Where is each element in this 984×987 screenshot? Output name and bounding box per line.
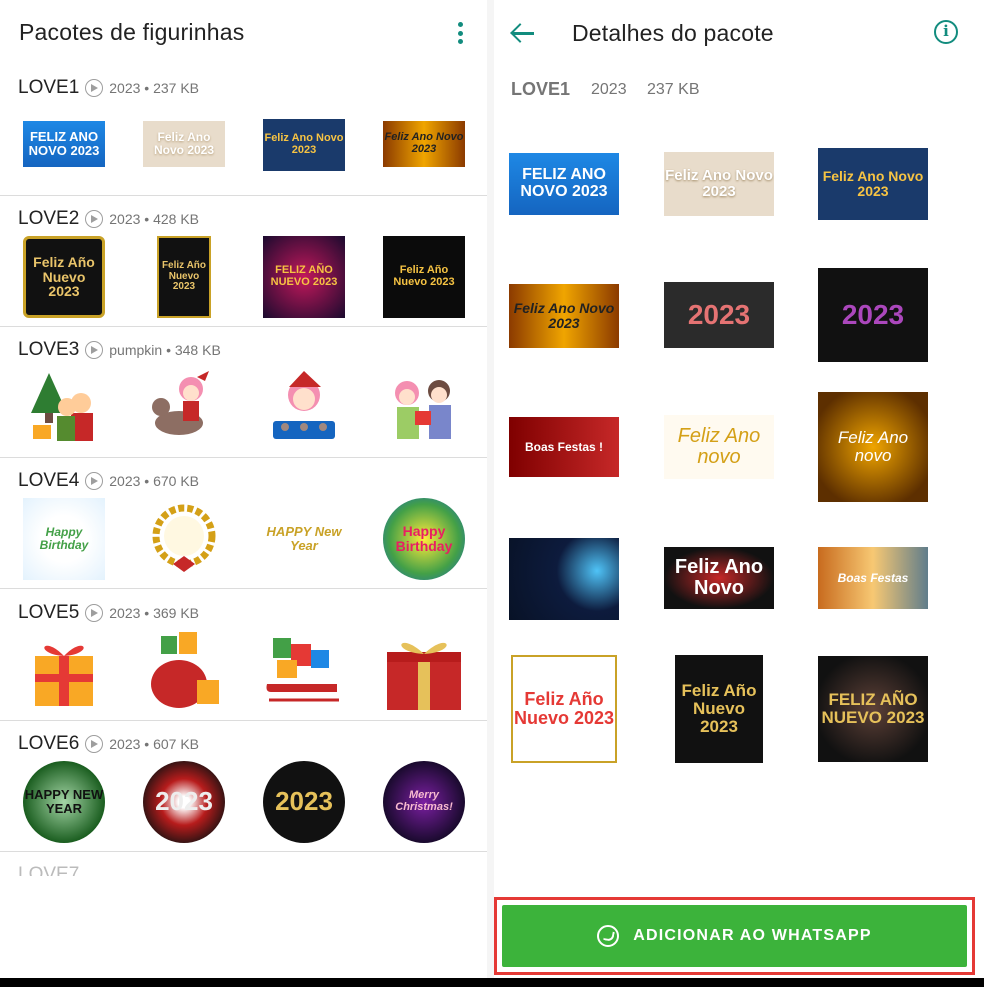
- play-animation-icon: [85, 210, 104, 228]
- santa-girl-cookies-sticker: [263, 367, 345, 449]
- sticker-pack-love4[interactable]: LOVE4 2023 • 670 KB Happy Birthday HAPPY…: [0, 458, 487, 589]
- pack-name: LOVE2: [18, 208, 80, 229]
- pack-name: LOVE6: [18, 733, 80, 754]
- sticker[interactable]: Feliz Año Nuevo 2023: [675, 655, 763, 763]
- sticker[interactable]: 2023: [818, 268, 928, 362]
- sticker[interactable]: Boas Festas: [818, 547, 928, 609]
- pack-details-screen: Detalhes do pacote i LOVE1 2023 237 KB F…: [494, 0, 984, 987]
- sticker[interactable]: Feliz Ano Novo 2023: [664, 152, 774, 216]
- pack-meta: 2023 • 369 KB: [109, 605, 200, 621]
- sticker-thumb: Happy Birthday: [383, 498, 465, 580]
- sticker-thumb: Feliz Ano Novo 2023: [143, 121, 225, 167]
- couple-gifts-sticker: [383, 367, 465, 449]
- sticker-thumb: FELIZ ANO NOVO 2023: [23, 121, 105, 167]
- panel-divider: [487, 0, 494, 987]
- sticker-pack-love5[interactable]: LOVE5 2023 • 369 KB: [0, 590, 487, 721]
- whatsapp-icon: [597, 925, 620, 947]
- sticker-thumb: HAPPY New Year: [266, 524, 342, 553]
- sticker-thumb: Feliz Año Nuevo 2023: [383, 236, 465, 318]
- list-bottom-fade: [0, 880, 487, 987]
- sticker-pack-love3[interactable]: LOVE3 pumpkin • 348 KB: [0, 327, 487, 458]
- sticker-thumb: Happy Birthday: [23, 498, 105, 580]
- christmas-tree-couple-sticker: [23, 367, 105, 449]
- sticker[interactable]: FELIZ ANO NOVO 2023: [509, 153, 619, 215]
- sled-gifts-sticker: [263, 630, 345, 712]
- pack-name: LOVE4: [18, 470, 80, 491]
- sticker[interactable]: 2023: [664, 282, 774, 348]
- pack-meta: 2023 • 607 KB: [109, 736, 200, 752]
- page-title: Pacotes de figurinhas: [19, 19, 245, 45]
- sticker[interactable]: Feliz Ano Novo 2023: [509, 284, 619, 348]
- sticker-thumb: Feliz Año Nuevo 2023: [157, 236, 211, 318]
- play-animation-icon: [85, 604, 104, 622]
- back-arrow-icon[interactable]: [510, 22, 536, 44]
- add-to-whatsapp-label: ADICIONAR AO WHATSAPP: [633, 927, 872, 944]
- pack-publisher: 2023: [591, 81, 627, 98]
- gift-box-sticker: [23, 630, 105, 712]
- play-animation-icon: [85, 472, 104, 490]
- sticker[interactable]: [509, 538, 619, 620]
- more-options-icon[interactable]: [452, 20, 468, 46]
- pack-meta: pumpkin • 348 KB: [109, 342, 221, 358]
- info-icon[interactable]: i: [934, 20, 958, 44]
- sticker-pack-love6[interactable]: LOVE6 2023 • 607 KB HAPPY NEW YEAR 2023 …: [0, 721, 487, 852]
- red-gift-box-sticker: [383, 630, 465, 712]
- sticker-thumb: Feliz Ano Novo 2023: [383, 121, 465, 167]
- sticker-thumb: Feliz Ano Novo 2023: [263, 119, 345, 171]
- system-nav-bar: [0, 978, 984, 987]
- sticker[interactable]: Boas Festas !: [509, 417, 619, 477]
- play-animation-icon: [85, 735, 104, 753]
- sticker-pack-love2[interactable]: LOVE2 2023 • 428 KB Feliz Año Nuevo 2023…: [0, 196, 487, 327]
- pack-name: LOVE1: [18, 77, 80, 98]
- sticker[interactable]: Feliz Ano novo: [818, 392, 928, 502]
- sticker[interactable]: Feliz Ano novo: [664, 415, 774, 479]
- pack-name: LOVE3: [18, 339, 80, 360]
- pack-meta: 2023 • 670 KB: [109, 473, 200, 489]
- sticker-thumb: HAPPY NEW YEAR: [23, 761, 105, 843]
- pack-meta: 2023 • 237 KB: [109, 80, 200, 96]
- page-title: Detalhes do pacote: [572, 20, 774, 46]
- sticker-packs-screen: Pacotes de figurinhas LOVE1 2023 • 237 K…: [0, 0, 487, 987]
- gold-wreath-sticker: [143, 498, 225, 580]
- play-animation-icon: [85, 79, 104, 97]
- pack-name: LOVE5: [18, 602, 80, 623]
- sticker-thumb: 2023: [143, 761, 225, 843]
- pack-meta: 2023 • 428 KB: [109, 211, 200, 227]
- pack-size: 237 KB: [647, 81, 700, 98]
- sticker[interactable]: Feliz Ano Novo 2023: [818, 148, 928, 220]
- sticker-thumb: FELIZ AÑO NUEVO 2023: [263, 236, 345, 318]
- add-to-whatsapp-button[interactable]: ADICIONAR AO WHATSAPP: [502, 905, 967, 967]
- sticker-thumb: Feliz Año Nuevo 2023: [23, 236, 105, 318]
- play-animation-icon: [85, 341, 104, 359]
- sticker[interactable]: FELIZ AÑO NUEVO 2023: [818, 656, 928, 762]
- sticker-thumb: 2023: [263, 761, 345, 843]
- sticker-pack-love1[interactable]: LOVE1 2023 • 237 KB FELIZ ANO NOVO 2023 …: [0, 65, 487, 196]
- sticker[interactable]: Feliz Año Nuevo 2023: [511, 655, 617, 763]
- sticker-thumb: Merry Christmas!: [383, 761, 465, 843]
- santa-sack-sticker: [143, 630, 225, 712]
- reindeer-girl-sticker: [143, 367, 225, 449]
- pack-name: LOVE1: [511, 79, 571, 99]
- add-button-highlight: ADICIONAR AO WHATSAPP: [494, 897, 975, 975]
- sticker[interactable]: Feliz Ano Novo: [664, 547, 774, 609]
- sticker-pack-love7[interactable]: LOVE7: [18, 864, 79, 876]
